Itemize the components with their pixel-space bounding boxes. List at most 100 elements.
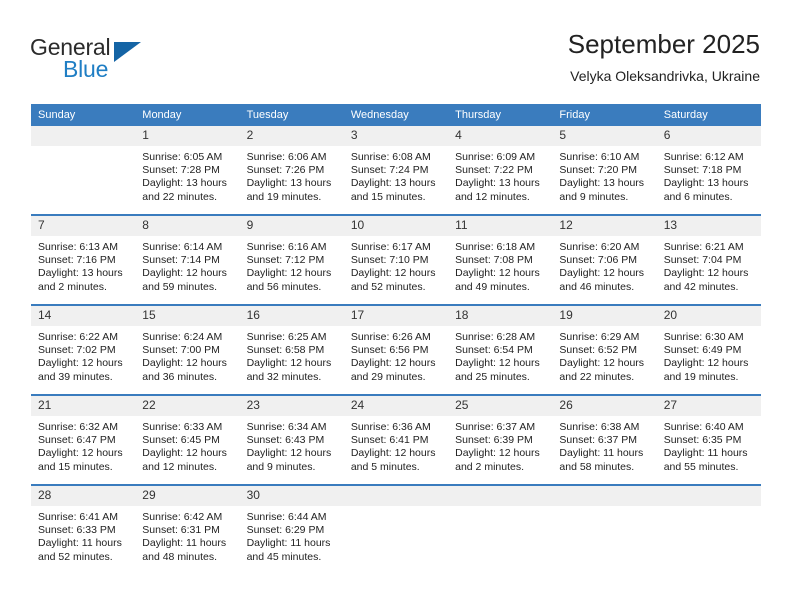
calendar-day-cell[interactable]: 16 Sunrise: 6:25 AM Sunset: 6:58 PM Dayligh… <box>239 304 344 395</box>
day-number <box>31 126 136 146</box>
logo-text-blue: Blue <box>63 56 109 82</box>
calendar-day-cell[interactable]: 8 Sunrise: 6:14 AM Sunset: 7:14 PM Daylight… <box>135 214 240 305</box>
day-details: Sunrise: 6:10 AM Sunset: 7:20 PM Daylight:… <box>552 146 656 204</box>
calendar-day-cell[interactable]: 24 Sunrise: 6:36 AM Sunset: 6:41 PM Dayligh… <box>343 394 449 485</box>
calendar-header-row: Sunday Monday Tuesday Wednesday Thursday Frid… <box>31 104 761 126</box>
day-details: Sunrise: 6:36 AM Sunset: 6:41 PM Daylight:… <box>344 416 448 474</box>
calendar-day-cell[interactable]: 22 Sunrise: 6:33 AM Sunset: 6:45 PM Dayligh… <box>135 394 240 485</box>
day-details <box>448 506 552 511</box>
day-number: 24 <box>343 396 449 416</box>
day-number: 29 <box>135 486 240 506</box>
day-details: Sunrise: 6:09 AM Sunset: 7:22 PM Daylight:… <box>448 146 552 204</box>
day-details: Sunrise: 6:26 AM Sunset: 6:56 PM Daylight:… <box>344 326 448 384</box>
daylight-text-line2: and 45 minutes. <box>246 550 322 563</box>
calendar-day-cell[interactable]: 11 Sunrise: 6:18 AM Sunset: 7:08 PM Dayligh… <box>448 214 553 305</box>
calendar-day-cell[interactable]: 15 Sunrise: 6:24 AM Sunset: 7:00 PM Dayligh… <box>135 304 240 395</box>
calendar-day-cell[interactable]: 1 Sunrise: 6:05 AM Sunset: 7:28 PM Daylight… <box>135 126 240 215</box>
calendar-day-cell[interactable]: 30 Sunrise: 6:44 AM Sunset: 6:29 PM Dayligh… <box>239 484 344 574</box>
sunset-text: Sunset: 6:39 PM <box>455 434 533 447</box>
general-blue-logo[interactable]: General Blue <box>30 34 210 90</box>
sunrise-text: Sunrise: 6:21 AM <box>663 241 744 253</box>
daylight-text-line2: and 22 minutes. <box>559 370 635 383</box>
calendar-day-cell[interactable]: 3 Sunrise: 6:08 AM Sunset: 7:24 PM Daylight… <box>343 126 449 215</box>
calendar-cell-empty <box>552 484 657 574</box>
day-details: Sunrise: 6:18 AM Sunset: 7:08 PM Daylight:… <box>448 236 552 294</box>
calendar-day-cell[interactable]: 18 Sunrise: 6:28 AM Sunset: 6:54 PM Dayligh… <box>448 304 553 395</box>
calendar-day-cell[interactable]: 20 Sunrise: 6:30 AM Sunset: 6:49 PM Dayligh… <box>656 304 761 395</box>
sunrise-text: Sunrise: 6:14 AM <box>142 241 223 253</box>
daylight-text-line2: and 19 minutes. <box>246 190 322 203</box>
calendar-week-row: 7 Sunrise: 6:13 AM Sunset: 7:16 PM Daylight… <box>31 214 761 305</box>
day-number: 27 <box>656 396 761 416</box>
day-number: 13 <box>656 216 761 236</box>
sunrise-text: Sunrise: 6:25 AM <box>246 331 327 343</box>
calendar-day-cell[interactable]: 23 Sunrise: 6:34 AM Sunset: 6:43 PM Dayligh… <box>239 394 344 485</box>
sunrise-text: Sunrise: 6:44 AM <box>246 511 327 523</box>
calendar-day-cell[interactable]: 12 Sunrise: 6:20 AM Sunset: 7:06 PM Dayligh… <box>552 214 657 305</box>
daylight-text-line2: and 52 minutes. <box>38 550 113 563</box>
weekday-header-sunday: Sunday <box>31 104 136 126</box>
daylight-text-line1: Daylight: 12 hours <box>455 357 540 370</box>
sunrise-text: Sunrise: 6:06 AM <box>246 151 327 163</box>
triangle-icon <box>114 42 141 62</box>
daylight-text-line1: Daylight: 13 hours <box>142 177 227 190</box>
daylight-text-line2: and 5 minutes. <box>350 460 420 473</box>
daylight-text-line1: Daylight: 12 hours <box>246 357 332 370</box>
calendar-day-cell[interactable]: 14 Sunrise: 6:22 AM Sunset: 7:02 PM Dayligh… <box>31 304 136 395</box>
day-number <box>552 486 657 506</box>
daylight-text-line2: and 52 minutes. <box>350 280 426 293</box>
calendar-day-cell[interactable]: 28 Sunrise: 6:41 AM Sunset: 6:33 PM Dayligh… <box>31 484 136 574</box>
daylight-text-line2: and 56 minutes. <box>246 280 322 293</box>
daylight-text-line1: Daylight: 12 hours <box>142 447 227 460</box>
day-details: Sunrise: 6:33 AM Sunset: 6:45 PM Daylight:… <box>135 416 239 474</box>
sunset-text: Sunset: 6:52 PM <box>559 344 638 357</box>
calendar-day-cell[interactable]: 2 Sunrise: 6:06 AM Sunset: 7:26 PM Daylight… <box>239 126 344 215</box>
calendar-day-cell[interactable]: 17 Sunrise: 6:26 AM Sunset: 6:56 PM Dayligh… <box>343 304 449 395</box>
calendar-day-cell[interactable]: 7 Sunrise: 6:13 AM Sunset: 7:16 PM Daylight… <box>31 214 136 305</box>
day-details: Sunrise: 6:40 AM Sunset: 6:35 PM Daylight:… <box>657 416 761 474</box>
calendar-day-cell[interactable]: 29 Sunrise: 6:42 AM Sunset: 6:31 PM Dayligh… <box>135 484 240 574</box>
sunset-text: Sunset: 6:35 PM <box>663 434 742 447</box>
calendar-cell-empty <box>31 126 136 215</box>
day-details: Sunrise: 6:38 AM Sunset: 6:37 PM Daylight:… <box>552 416 656 474</box>
calendar-day-cell[interactable]: 27 Sunrise: 6:40 AM Sunset: 6:35 PM Dayligh… <box>656 394 761 485</box>
sunset-text: Sunset: 6:41 PM <box>350 434 429 447</box>
calendar-week-row: 28 Sunrise: 6:41 AM Sunset: 6:33 PM Dayligh… <box>31 484 761 574</box>
calendar-day-cell[interactable]: 26 Sunrise: 6:38 AM Sunset: 6:37 PM Dayligh… <box>552 394 657 485</box>
calendar-day-cell[interactable]: 25 Sunrise: 6:37 AM Sunset: 6:39 PM Dayligh… <box>448 394 553 485</box>
sunrise-text: Sunrise: 6:42 AM <box>142 511 223 523</box>
day-number: 16 <box>239 306 344 326</box>
sunrise-text: Sunrise: 6:10 AM <box>559 151 640 163</box>
sunset-text: Sunset: 6:45 PM <box>142 434 220 447</box>
day-details: Sunrise: 6:16 AM Sunset: 7:12 PM Daylight:… <box>240 236 344 294</box>
calendar-day-cell[interactable]: 5 Sunrise: 6:10 AM Sunset: 7:20 PM Daylight… <box>552 126 657 215</box>
day-number: 21 <box>31 396 136 416</box>
calendar-day-cell[interactable]: 4 Sunrise: 6:09 AM Sunset: 7:22 PM Daylight… <box>448 126 553 215</box>
calendar-day-cell[interactable]: 6 Sunrise: 6:12 AM Sunset: 7:18 PM Daylight… <box>656 126 761 215</box>
sunset-text: Sunset: 7:06 PM <box>559 254 638 267</box>
sunrise-text: Sunrise: 6:12 AM <box>663 151 744 163</box>
calendar-day-cell[interactable]: 19 Sunrise: 6:29 AM Sunset: 6:52 PM Dayligh… <box>552 304 657 395</box>
daylight-text-line2: and 36 minutes. <box>142 370 217 383</box>
day-number: 26 <box>552 396 657 416</box>
calendar-day-cell[interactable]: 21 Sunrise: 6:32 AM Sunset: 6:47 PM Dayligh… <box>31 394 136 485</box>
sunrise-text: Sunrise: 6:16 AM <box>246 241 327 253</box>
day-details: Sunrise: 6:41 AM Sunset: 6:33 PM Daylight:… <box>31 506 135 564</box>
calendar-day-cell[interactable]: 10 Sunrise: 6:17 AM Sunset: 7:10 PM Dayligh… <box>343 214 449 305</box>
calendar-day-cell[interactable]: 9 Sunrise: 6:16 AM Sunset: 7:12 PM Daylight… <box>239 214 344 305</box>
sunrise-text: Sunrise: 6:29 AM <box>559 331 640 343</box>
day-number: 15 <box>135 306 240 326</box>
day-number: 5 <box>552 126 657 146</box>
day-details: Sunrise: 6:28 AM Sunset: 6:54 PM Daylight:… <box>448 326 552 384</box>
sunset-text: Sunset: 6:29 PM <box>246 524 325 537</box>
calendar-day-cell[interactable]: 13 Sunrise: 6:21 AM Sunset: 7:04 PM Dayligh… <box>656 214 761 305</box>
weekday-header-tuesday: Tuesday <box>239 104 344 126</box>
daylight-text-line2: and 22 minutes. <box>142 190 217 203</box>
daylight-text-line2: and 19 minutes. <box>663 370 739 383</box>
calendar-body: 1 Sunrise: 6:05 AM Sunset: 7:28 PM Daylight… <box>31 126 761 574</box>
sunrise-text: Sunrise: 6:17 AM <box>350 241 431 253</box>
calendar-grid: Sunday Monday Tuesday Wednesday Thursday Frid… <box>31 104 761 574</box>
day-number: 7 <box>31 216 136 236</box>
daylight-text-line1: Daylight: 13 hours <box>350 177 436 190</box>
day-details: Sunrise: 6:37 AM Sunset: 6:39 PM Daylight:… <box>448 416 552 474</box>
